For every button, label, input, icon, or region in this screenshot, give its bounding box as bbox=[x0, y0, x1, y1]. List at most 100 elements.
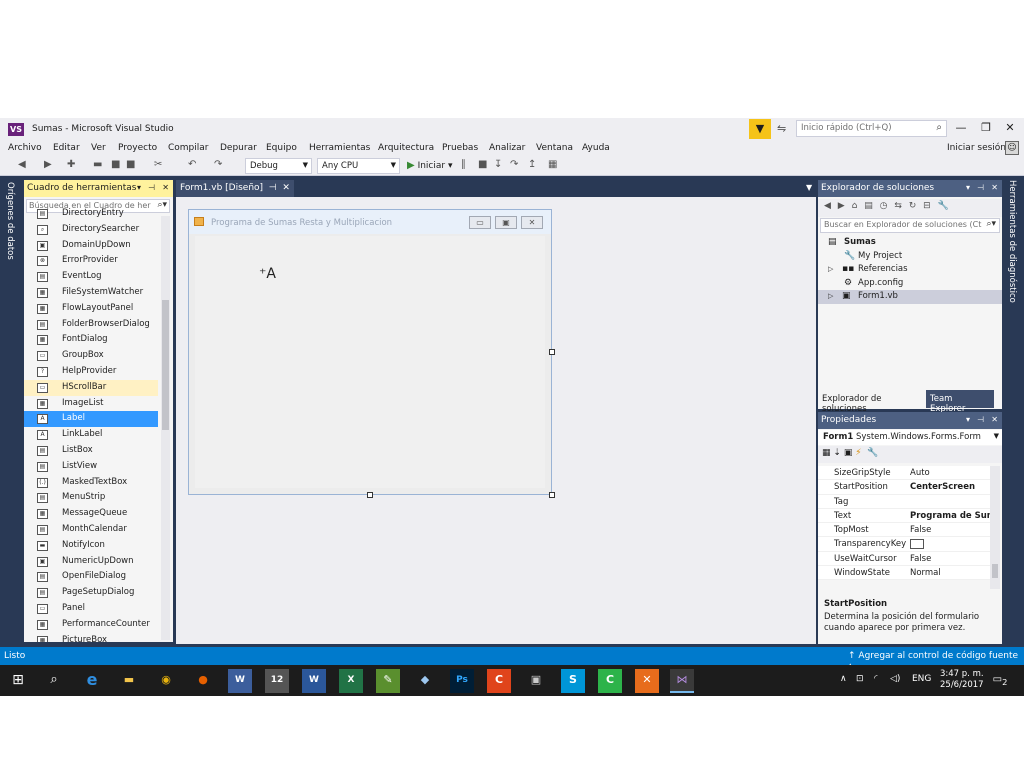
sync-icon[interactable]: ⇆ bbox=[894, 201, 904, 211]
property-value[interactable]: False bbox=[910, 523, 990, 537]
language-indicator[interactable]: ENG bbox=[912, 674, 931, 684]
network-icon[interactable]: ⊡ bbox=[856, 674, 864, 684]
windows-start-icon[interactable]: ⊞ bbox=[6, 669, 30, 693]
form1-designer[interactable]: Programa de Sumas Resta y Multiplicacion… bbox=[188, 209, 552, 495]
file-explorer-icon[interactable]: ▬ bbox=[117, 669, 141, 693]
new-project-icon[interactable]: ✚ bbox=[67, 159, 75, 170]
toolbox-item[interactable]: ▣ NumericUpDown bbox=[24, 554, 158, 570]
expand-arrow-icon[interactable]: ▷ bbox=[828, 290, 833, 304]
menu-ayuda[interactable]: Ayuda bbox=[582, 143, 610, 153]
menu-archivo[interactable]: Archivo bbox=[8, 143, 42, 153]
form1-client-area[interactable]: ⁺A bbox=[195, 236, 545, 488]
toolbox-item[interactable]: ▤ PageSetupDialog bbox=[24, 585, 158, 601]
toolbox-item[interactable]: ⊗ ErrorProvider bbox=[24, 253, 158, 269]
volume-icon[interactable]: ◁) bbox=[890, 674, 900, 684]
step-into-icon[interactable]: ↧ bbox=[494, 159, 502, 170]
toolbox-item[interactable]: ▭ Panel bbox=[24, 601, 158, 617]
property-row[interactable]: TopMost False bbox=[818, 523, 990, 538]
property-row[interactable]: Text Programa de Suma bbox=[818, 508, 990, 524]
search-icon[interactable]: ⌕ bbox=[42, 669, 66, 693]
solution-explorer-search-input[interactable]: Buscar en Explorador de soluciones (Ct ⌕… bbox=[820, 218, 1000, 233]
panel-menu-icon[interactable]: ▾ bbox=[966, 415, 970, 424]
menu-arquitectura[interactable]: Arquitectura bbox=[378, 143, 434, 153]
toolbox-item[interactable]: ▤ MonthCalendar bbox=[24, 522, 158, 538]
save-all-icon[interactable]: ■ bbox=[126, 159, 135, 170]
menu-compilar[interactable]: Compilar bbox=[168, 143, 209, 153]
resize-handle-right[interactable] bbox=[549, 349, 555, 355]
menu-analizar[interactable]: Analizar bbox=[489, 143, 525, 153]
toolbox-item[interactable]: ▦ ImageList bbox=[24, 396, 158, 412]
feedback-icon[interactable]: ⇋ bbox=[777, 122, 786, 135]
forward-icon[interactable]: ▶ bbox=[44, 159, 52, 170]
switch-views-icon[interactable]: ▤ bbox=[864, 201, 875, 211]
calendar-icon[interactable]: 12 bbox=[265, 669, 289, 693]
toolbox-item[interactable]: ▦ PerformanceCounter bbox=[24, 617, 158, 633]
restore-button[interactable]: ❐ bbox=[977, 121, 995, 137]
tab-overflow-icon[interactable]: ▼ bbox=[806, 183, 812, 192]
pause-icon[interactable]: ∥ bbox=[461, 159, 466, 170]
account-icon[interactable]: ☺ bbox=[1005, 141, 1019, 155]
toolbox-item[interactable]: ▤ OpenFileDialog bbox=[24, 569, 158, 585]
property-row[interactable]: WindowState Normal bbox=[818, 566, 990, 581]
home-icon[interactable]: ⌂ bbox=[852, 201, 860, 211]
toolbox-header[interactable]: Cuadro de herramientas ▾ ⊣ ✕ bbox=[24, 180, 173, 197]
back-icon[interactable]: ◀ bbox=[18, 159, 26, 170]
step-out-icon[interactable]: ↥ bbox=[528, 159, 536, 170]
property-row[interactable]: UseWaitCursor False bbox=[818, 551, 990, 567]
pin-icon[interactable]: ⊣ bbox=[977, 415, 984, 424]
menu-proyecto[interactable]: Proyecto bbox=[118, 143, 157, 153]
expand-arrow-icon[interactable]: ▷ bbox=[828, 263, 833, 277]
start-button[interactable]: ▶ Iniciar ▾ bbox=[407, 160, 453, 171]
menu-ventana[interactable]: Ventana bbox=[536, 143, 573, 153]
toolbox-scrollbar[interactable] bbox=[161, 216, 170, 640]
data-sources-tab[interactable]: Orígenes de datos bbox=[5, 182, 15, 260]
menu-herramientas[interactable]: Herramientas bbox=[309, 143, 370, 153]
notification-filter-icon[interactable]: ▼ bbox=[749, 119, 771, 139]
camtasia-recorder-icon[interactable]: C bbox=[598, 669, 622, 693]
scrollbar-thumb[interactable] bbox=[162, 300, 169, 430]
edge-browser-icon[interactable]: e bbox=[80, 669, 104, 693]
toolbox-item[interactable]: ▤ ListView bbox=[24, 459, 158, 475]
properties-header[interactable]: Propiedades ▾ ⊣ ✕ bbox=[818, 412, 1002, 429]
notepad-icon[interactable]: ✎ bbox=[376, 669, 400, 693]
undo-icon[interactable]: ↶ bbox=[188, 159, 196, 170]
photoshop-icon[interactable]: Ps bbox=[450, 669, 474, 693]
toolbox-item[interactable]: ▤ EventLog bbox=[24, 269, 158, 285]
firefox-icon[interactable]: ● bbox=[191, 669, 215, 693]
menu-editar[interactable]: Editar bbox=[53, 143, 80, 153]
property-value[interactable]: Auto bbox=[910, 466, 990, 480]
winrar-icon[interactable]: W bbox=[228, 669, 252, 693]
forward-icon[interactable]: ▶ bbox=[838, 201, 847, 211]
menu-depurar[interactable]: Depurar bbox=[220, 143, 257, 153]
save-icon[interactable]: ■ bbox=[111, 159, 120, 170]
toolbox-item[interactable]: ▤ FolderBrowserDialog bbox=[24, 317, 158, 333]
back-icon[interactable]: ◀ bbox=[824, 201, 833, 211]
toolbox-item[interactable]: ▦ FileSystemWatcher bbox=[24, 285, 158, 301]
pin-icon[interactable]: ⊣ bbox=[977, 183, 984, 192]
toolbox-item[interactable]: ▬ NotifyIcon bbox=[24, 538, 158, 554]
diagnostic-tools-tab[interactable]: Herramientas de diagnóstico bbox=[1007, 180, 1017, 303]
properties-view-icon[interactable]: ▣ bbox=[844, 448, 853, 458]
refresh-icon[interactable]: ↻ bbox=[909, 201, 919, 211]
property-row[interactable]: StartPosition CenterScreen bbox=[818, 480, 990, 495]
close-button[interactable]: ✕ bbox=[1001, 121, 1019, 137]
toolbox-item[interactable]: A LinkLabel bbox=[24, 427, 158, 443]
media-player-icon[interactable]: ▣ bbox=[524, 669, 548, 693]
step-over-icon[interactable]: ↷ bbox=[510, 159, 518, 170]
minimize-button[interactable]: — bbox=[952, 121, 970, 137]
menu-equipo[interactable]: Equipo bbox=[266, 143, 297, 153]
excel-icon[interactable]: X bbox=[339, 669, 363, 693]
property-row[interactable]: Tag bbox=[818, 494, 990, 509]
property-value[interactable]: Programa de Suma bbox=[910, 509, 990, 523]
cut-icon[interactable]: ✂ bbox=[154, 159, 162, 170]
property-row[interactable]: TransparencyKey bbox=[818, 537, 990, 552]
toolbox-item[interactable]: ▦ FontDialog bbox=[24, 332, 158, 348]
toolbox-item[interactable]: ▦ PictureBox bbox=[24, 633, 158, 642]
toolbox-item[interactable]: ▤ MenuStrip bbox=[24, 490, 158, 506]
tab-solution-explorer[interactable]: Explorador de soluciones bbox=[818, 390, 926, 414]
toolbox-item[interactable]: ▭ GroupBox bbox=[24, 348, 158, 364]
solution-configuration-select[interactable]: Debug ▼ bbox=[245, 158, 312, 174]
close-icon[interactable]: ✕ bbox=[162, 183, 169, 192]
tab-form1-design[interactable]: Form1.vb [Diseño] ⊣ ✕ bbox=[176, 180, 294, 197]
breakpoint-icon[interactable]: ▦ bbox=[548, 159, 557, 170]
